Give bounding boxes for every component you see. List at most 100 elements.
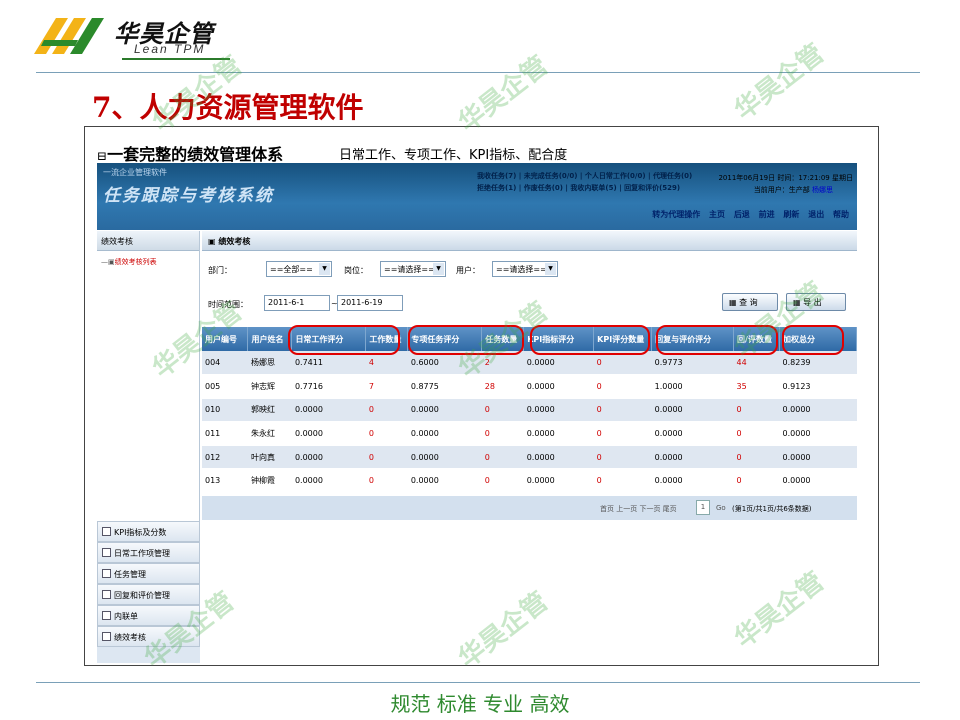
table-cell: 0 (365, 398, 408, 423)
table-row[interactable]: 013 钟柳霞 0.0000 0 0.0000 0 0.0000 0 0.0000 0 0.0000 (202, 468, 857, 494)
nav-refresh[interactable]: 刷新 (783, 210, 799, 219)
page-number-input[interactable]: 1 (696, 500, 710, 515)
app-banner: 一流企业管理软件 任务跟踪与考核系统 我收任务(7) | 未完成任务(0/0) … (97, 163, 857, 230)
nav-logout[interactable]: 退出 (808, 210, 824, 219)
tree-item-list[interactable]: 绩效考核列表 (115, 258, 157, 266)
search-icon: ▦ (729, 298, 737, 307)
table-cell: 012 (202, 445, 248, 470)
pagination-bar: 首页 上一页 下一页 尾页 1 Go (第1页/共1页/共6条数据) (202, 496, 857, 520)
document-icon (102, 548, 111, 557)
sidebar-item-replies[interactable]: 回复和评价管理 (97, 584, 200, 605)
table-cell: 朱永红 (247, 421, 292, 446)
table-cell: 35 (733, 374, 780, 399)
sidebar-tree: —▣绩效考核列表 (97, 251, 199, 273)
main-header: ▣ 绩效考核 (202, 231, 857, 251)
date-to-input[interactable]: 2011-6-19 (337, 295, 403, 311)
highlight-ring-daily (288, 325, 400, 355)
chevron-down-icon: ▼ (319, 263, 330, 275)
top-nav: 转为代理操作 主页 后退 前进 刷新 退出 帮助 (646, 209, 849, 220)
dept-label: 部门： (208, 266, 232, 275)
table-row[interactable]: 010 郭映红 0.0000 0 0.0000 0 0.0000 0 0.0000 0 0.0000 (202, 398, 857, 423)
highlight-ring-special (408, 325, 524, 355)
nav-proxy[interactable]: 转为代理操作 (652, 210, 700, 219)
table-cell: 0.0000 (291, 421, 366, 446)
table-cell: 郭映红 (247, 398, 292, 423)
col-user-id[interactable]: 用户编号 (202, 327, 249, 351)
book-icon (102, 569, 111, 578)
task-stats-row-1[interactable]: 我收任务(7) | 未完成任务(0/0) | 个人日常工作(0/0) | 代理任… (477, 171, 692, 181)
table-cell: 28 (481, 374, 524, 399)
table-cell: 0 (481, 398, 524, 423)
sidebar-item-label: 日常工作项管理 (114, 549, 170, 558)
table-cell: 0.0000 (651, 398, 734, 423)
dept-select[interactable]: ==全部== ▼ (266, 261, 332, 277)
sidebar-item-daily-work[interactable]: 日常工作项管理 (97, 542, 200, 563)
table-cell: 0.0000 (779, 421, 857, 446)
table-cell: 0 (733, 468, 780, 494)
sidebar: 绩效考核 —▣绩效考核列表 KPI指标及分数 日常工作项管理 任务管理 回复和评… (97, 231, 200, 663)
post-select[interactable]: ==请选择== ▼ (380, 261, 446, 277)
nav-forward[interactable]: 前进 (759, 210, 775, 219)
table-cell: 0 (733, 421, 780, 446)
folder-icon: ▣ (208, 237, 216, 246)
watermark: 华昊企管 (729, 38, 830, 127)
nav-help[interactable]: 帮助 (833, 210, 849, 219)
table-cell: 0.0000 (407, 445, 482, 470)
datetime: 2011年06月19日 时间：17:21:09 星期日 (718, 174, 853, 182)
chart-icon (102, 632, 111, 641)
memo-icon (102, 611, 111, 620)
table-cell: 0.0000 (407, 398, 482, 423)
company-logo: 华昊企管 Lean TPM (30, 14, 230, 60)
page-icon (102, 590, 111, 599)
table-cell: 0.0000 (651, 468, 734, 494)
sidebar-menu: KPI指标及分数 日常工作项管理 任务管理 回复和评价管理 内联单 绩效考核 (97, 521, 200, 647)
nav-back[interactable]: 后退 (734, 210, 750, 219)
pagination-links[interactable]: 首页 上一页 下一页 尾页 (600, 504, 677, 514)
table-cell: 0 (365, 445, 408, 470)
export-icon: ▦ (793, 298, 801, 307)
col-user-name[interactable]: 用户姓名 (247, 327, 293, 351)
slide-footer: 规范 标准 专业 高效 (390, 692, 570, 716)
sidebar-item-internal-memo[interactable]: 内联单 (97, 605, 200, 626)
task-stats-row-2[interactable]: 拒绝任务(1) | 作废任务(0) | 我收内联单(5) | 回复和评价(529… (477, 183, 680, 193)
table-cell: 005 (202, 374, 248, 399)
logo-mark-icon (34, 18, 104, 54)
query-button[interactable]: ▦ 查 询 (722, 293, 778, 311)
sidebar-footer (97, 647, 200, 663)
diamond-icon (102, 527, 111, 536)
highlight-ring-total (782, 325, 844, 355)
table-cell: 0 (593, 374, 652, 399)
table-cell: 0 (365, 468, 408, 494)
export-button[interactable]: ▦ 导 出 (786, 293, 846, 311)
user-select[interactable]: ==请选择== ▼ (492, 261, 558, 277)
user-select-value: ==请选择== (496, 265, 547, 274)
date-from-input[interactable]: 2011-6-1 (264, 295, 330, 311)
sidebar-item-label: KPI指标及分数 (114, 528, 167, 537)
sidebar-item-performance[interactable]: 绩效考核 (97, 626, 200, 647)
table-cell: 0 (733, 445, 780, 470)
sidebar-item-kpi[interactable]: KPI指标及分数 (97, 521, 200, 542)
main-header-text: 绩效考核 (218, 237, 251, 246)
table-cell: 0.0000 (523, 374, 594, 399)
nav-home[interactable]: 主页 (709, 210, 725, 219)
tree-branch-icon: —▣ (101, 258, 115, 266)
chevron-down-icon: ▼ (433, 263, 444, 275)
table-cell: 0.0000 (523, 468, 594, 494)
table-row[interactable]: 012 叶向真 0.0000 0 0.0000 0 0.0000 0 0.0000 0 0.0000 (202, 445, 857, 470)
table-cell: 0.0000 (291, 468, 366, 494)
sidebar-item-tasks[interactable]: 任务管理 (97, 563, 200, 584)
current-user-name[interactable]: 杨娜思 (812, 186, 833, 194)
table-cell: 7 (365, 374, 408, 399)
table-cell: 0.0000 (407, 468, 482, 494)
pagination-info: (第1页/共1页/共6条数据) (732, 505, 812, 513)
bottom-divider (36, 682, 920, 683)
highlight-ring-reply (656, 325, 778, 355)
table-cell: 0.0000 (651, 445, 734, 470)
export-button-label: 导 出 (803, 298, 822, 307)
table-cell: 0.8775 (407, 374, 482, 399)
go-button[interactable]: Go (716, 504, 726, 512)
app-title: 任务跟踪与考核系统 (103, 186, 274, 206)
table-row[interactable]: 005 钟志辉 0.7716 7 0.8775 28 0.0000 0 1.0000 35 0.91… (202, 374, 857, 399)
collapse-box-icon[interactable]: ⊟ (97, 149, 107, 163)
table-row[interactable]: 011 朱永红 0.0000 0 0.0000 0 0.0000 0 0.0000 0 0.0000 (202, 421, 857, 446)
